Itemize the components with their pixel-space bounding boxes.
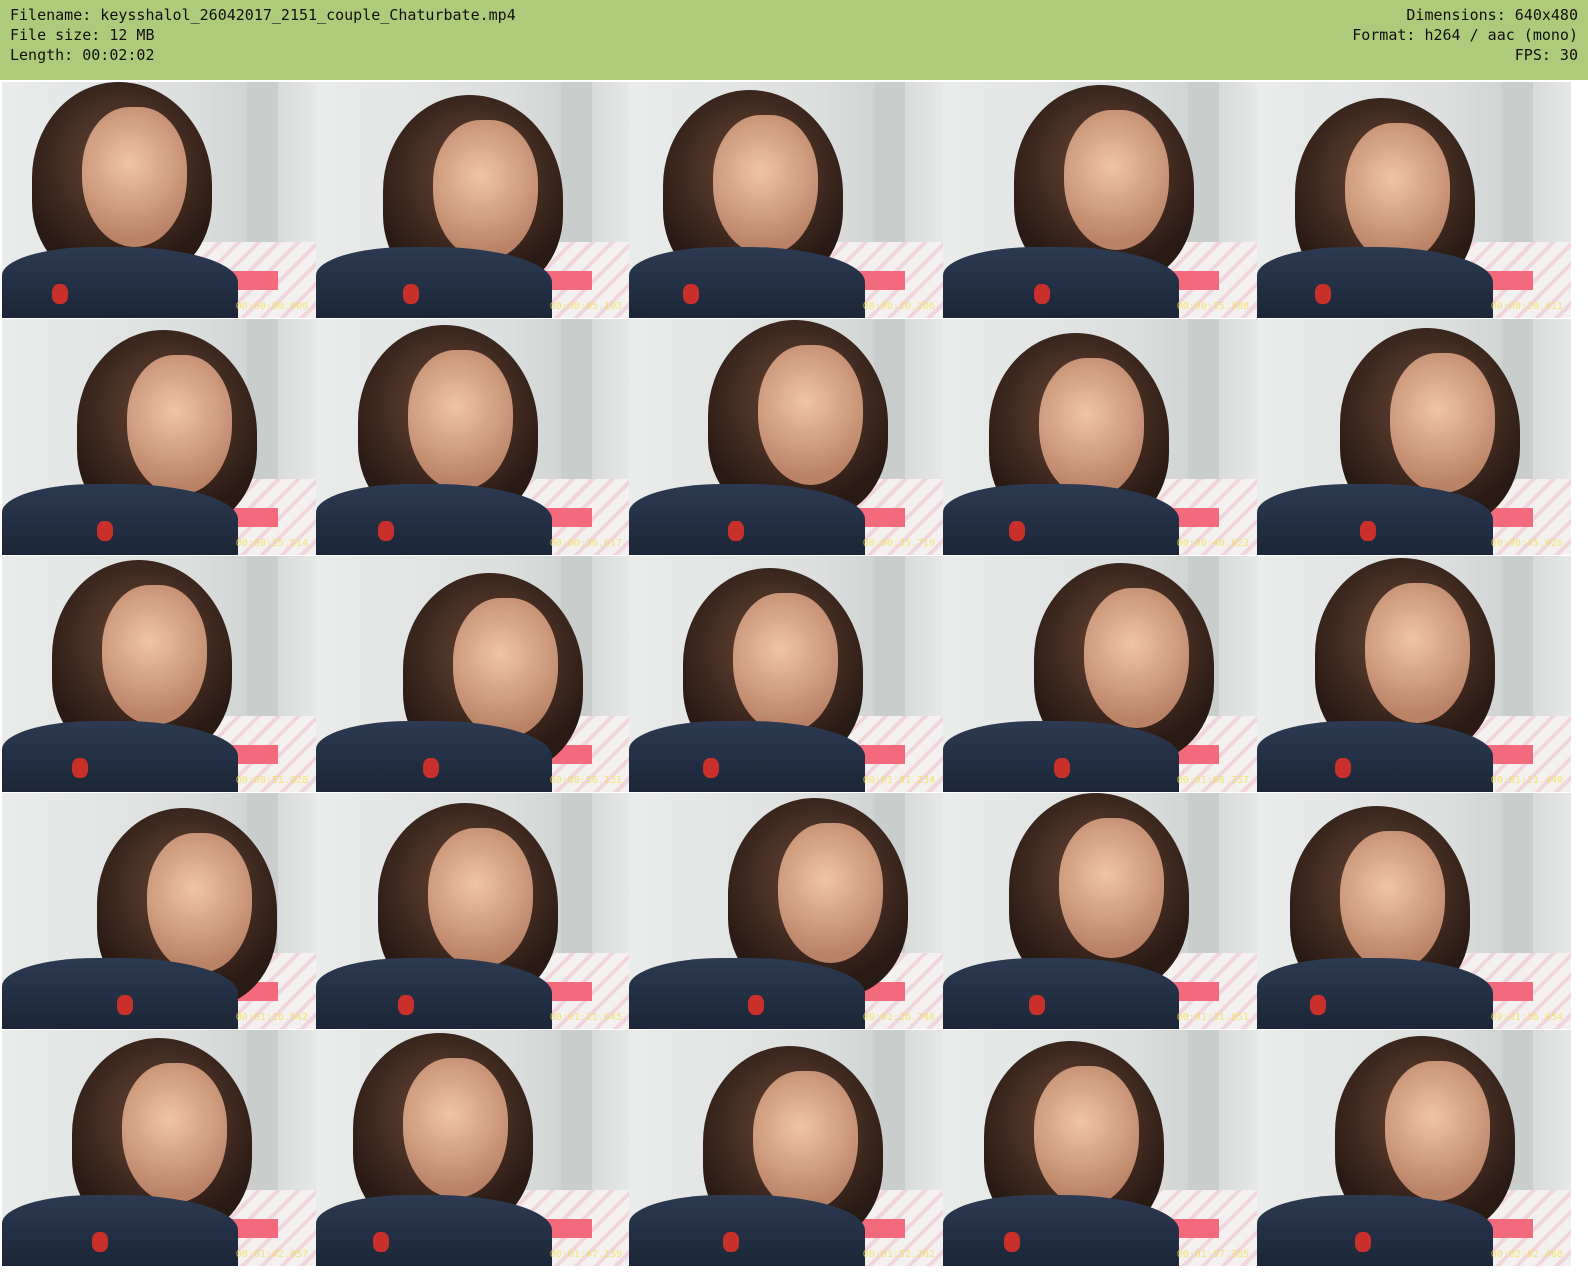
video-frame-thumbnail: 00:00:40.823	[943, 319, 1257, 555]
fps-text: FPS: 30	[1514, 46, 1578, 64]
frame-timestamp: 00:00:30.617	[549, 538, 622, 549]
frame-timestamp: 00:00:56.131	[549, 775, 622, 786]
video-frame-thumbnail: 00:00:20.411	[1257, 82, 1571, 318]
video-frame-thumbnail: 00:01:31.851	[943, 793, 1257, 1029]
filesize-text: File size: 12 MB	[10, 26, 155, 44]
frame-timestamp: 00:00:15.308	[1176, 301, 1249, 312]
video-frame-thumbnail: 00:01:36.954	[1257, 793, 1571, 1029]
thumbnail-grid: 00:00:00.000 00:00:05.103 00:00:10.206 00:0…	[0, 80, 1588, 1280]
frame-timestamp: 00:01:52.262	[862, 1249, 935, 1260]
frame-timestamp: 00:01:42.057	[235, 1249, 308, 1260]
frame-timestamp: 00:01:57.365	[1176, 1249, 1249, 1260]
frame-timestamp: 00:02:02.468	[1490, 1249, 1563, 1260]
frame-timestamp: 00:00:45.926	[1490, 538, 1563, 549]
video-frame-thumbnail: 00:00:10.206	[629, 82, 943, 318]
video-frame-thumbnail: 00:01:42.057	[2, 1030, 316, 1266]
format-text: Format: h264 / aac (mono)	[1352, 26, 1578, 44]
frame-timestamp: 00:01:01.234	[862, 775, 935, 786]
length-text: Length: 00:02:02	[10, 46, 155, 64]
frame-timestamp: 00:01:11.440	[1490, 775, 1563, 786]
video-frame-thumbnail: 00:01:01.234	[629, 556, 943, 792]
video-frame-thumbnail: 00:00:51.028	[2, 556, 316, 792]
frame-timestamp: 00:01:16.542	[235, 1012, 308, 1023]
video-frame-thumbnail: 00:01:52.262	[629, 1030, 943, 1266]
video-frame-thumbnail: 00:02:02.468	[1257, 1030, 1571, 1266]
frame-timestamp: 00:00:00.000	[235, 301, 308, 312]
video-frame-thumbnail: 00:00:35.719	[629, 319, 943, 555]
dimensions-text: Dimensions: 640x480	[1406, 6, 1578, 24]
video-frame-thumbnail: 00:01:11.440	[1257, 556, 1571, 792]
frame-timestamp: 00:01:26.748	[862, 1012, 935, 1023]
video-frame-thumbnail: 00:00:15.308	[943, 82, 1257, 318]
filename-text: Filename: keysshalol_26042017_2151_coupl…	[10, 6, 516, 24]
video-frame-thumbnail: 00:00:30.617	[316, 319, 630, 555]
video-frame-thumbnail: 00:00:45.926	[1257, 319, 1571, 555]
video-frame-thumbnail: 00:01:16.542	[2, 793, 316, 1029]
video-frame-thumbnail: 00:00:05.103	[316, 82, 630, 318]
frame-timestamp: 00:00:51.028	[235, 775, 308, 786]
frame-timestamp: 00:00:35.719	[862, 538, 935, 549]
video-frame-thumbnail: 00:01:21.645	[316, 793, 630, 1029]
frame-timestamp: 00:00:05.103	[549, 301, 622, 312]
video-frame-thumbnail: 00:00:00.000	[2, 82, 316, 318]
frame-timestamp: 00:00:10.206	[862, 301, 935, 312]
frame-timestamp: 00:00:20.411	[1490, 301, 1563, 312]
header-right-info: Dimensions: 640x480 Format: h264 / aac (…	[1352, 5, 1578, 65]
frame-timestamp: 00:00:25.514	[235, 538, 308, 549]
frame-timestamp: 00:01:31.851	[1176, 1012, 1249, 1023]
frame-timestamp: 00:01:47.159	[549, 1249, 622, 1260]
video-frame-thumbnail: 00:00:56.131	[316, 556, 630, 792]
contact-sheet-header: Filename: keysshalol_26042017_2151_coupl…	[0, 0, 1588, 80]
video-frame-thumbnail: 00:01:47.159	[316, 1030, 630, 1266]
frame-timestamp: 00:01:06.337	[1176, 775, 1249, 786]
frame-timestamp: 00:01:21.645	[549, 1012, 622, 1023]
video-frame-thumbnail: 00:01:26.748	[629, 793, 943, 1029]
video-frame-thumbnail: 00:00:25.514	[2, 319, 316, 555]
header-left-info: Filename: keysshalol_26042017_2151_coupl…	[10, 5, 516, 65]
frame-timestamp: 00:01:36.954	[1490, 1012, 1563, 1023]
frame-timestamp: 00:00:40.823	[1176, 538, 1249, 549]
video-frame-thumbnail: 00:01:06.337	[943, 556, 1257, 792]
video-frame-thumbnail: 00:01:57.365	[943, 1030, 1257, 1266]
